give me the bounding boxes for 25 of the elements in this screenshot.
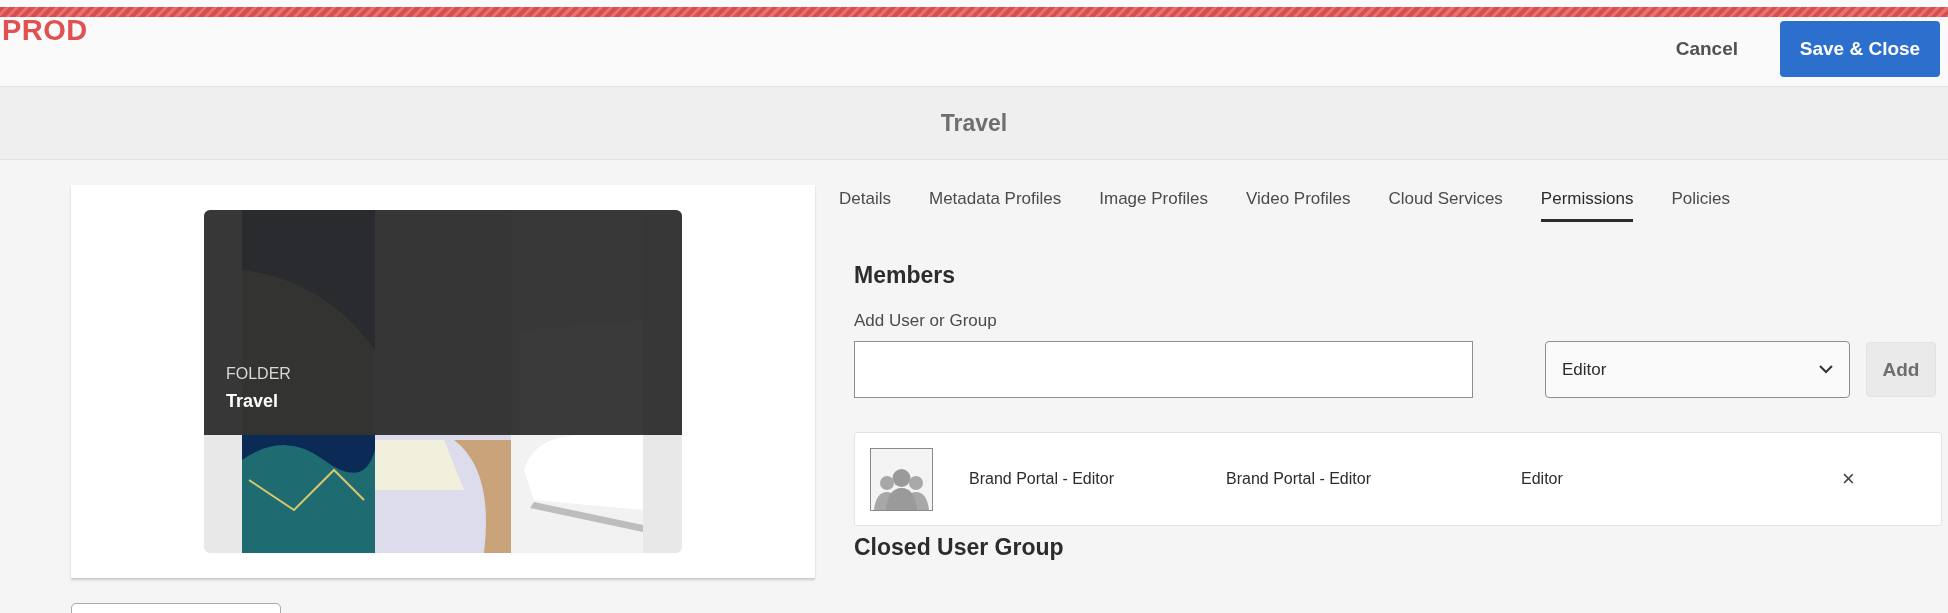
tab[interactable]: Image Profiles xyxy=(1099,185,1208,222)
page-title: Travel xyxy=(0,87,1948,160)
tab[interactable]: Cloud Services xyxy=(1388,185,1503,222)
cancel-button[interactable]: Cancel xyxy=(1671,28,1742,70)
member-role: Editor xyxy=(1521,470,1564,488)
member-name: Brand Portal - Editor xyxy=(969,470,1115,488)
environment-label: PROD xyxy=(2,18,88,42)
field-label: Add User or Group xyxy=(854,311,998,331)
tab[interactable]: Permissions xyxy=(1540,185,1634,222)
section-heading: Members xyxy=(854,262,956,289)
section-heading: Closed User Group xyxy=(854,534,1065,561)
tab[interactable]: Metadata Profiles xyxy=(928,185,1062,222)
role-dropdown[interactable]: Editor xyxy=(1545,341,1850,398)
group-avatar-icon xyxy=(870,447,933,511)
folder-type-label: FOLDER xyxy=(226,365,291,383)
chevron-down-icon xyxy=(1819,365,1833,374)
add-button[interactable]: Add xyxy=(1866,342,1936,397)
folder-name: Travel xyxy=(226,391,280,412)
tab[interactable]: Video Profiles xyxy=(1245,185,1351,222)
tab[interactable]: Details xyxy=(839,185,891,222)
remove-button[interactable]: × xyxy=(1842,466,1855,492)
save-close-button[interactable]: Save & Close xyxy=(1780,21,1940,77)
tab[interactable]: Policies xyxy=(1671,185,1731,222)
table-cell-text: Brand Portal - Editor xyxy=(1226,470,1372,488)
input-field[interactable] xyxy=(854,341,1473,398)
